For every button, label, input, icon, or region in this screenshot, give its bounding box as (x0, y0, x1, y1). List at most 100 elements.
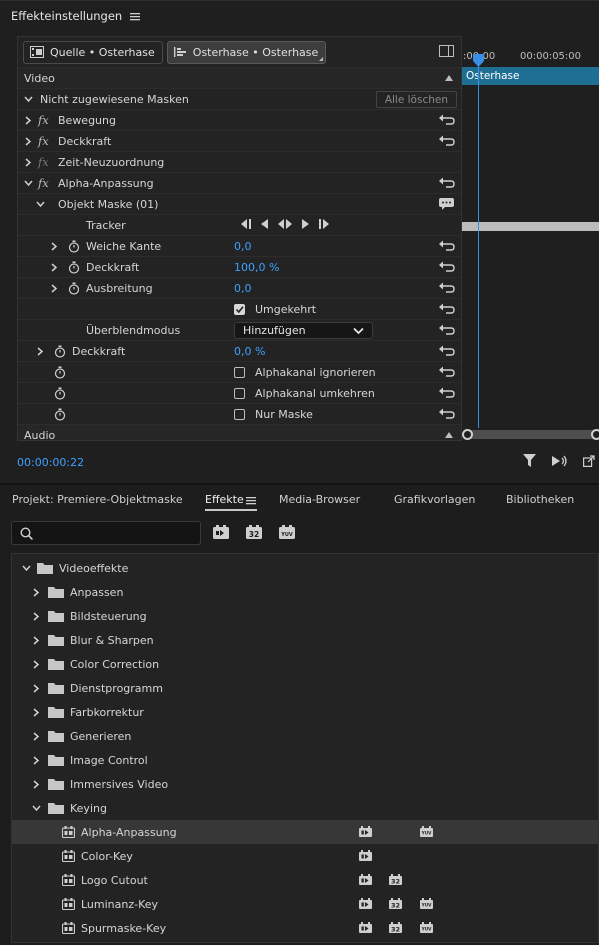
effect-timeline[interactable]: :00:00 00:00:05:00 Osterhase (462, 36, 599, 441)
chevron-right-icon[interactable] (32, 660, 41, 669)
yuv-filter-icon[interactable]: YUV (279, 525, 295, 539)
tab-effects[interactable]: Effekte (205, 493, 244, 506)
inverted-checkbox[interactable] (234, 304, 245, 315)
tab-menu-icon[interactable] (246, 496, 256, 505)
toggle-timeline-icon[interactable] (439, 45, 454, 57)
feather-value[interactable]: 0,0 (234, 240, 252, 253)
chevron-right-icon[interactable] (32, 780, 41, 789)
source-clip-tab[interactable]: Quelle • Osterhase (23, 40, 163, 64)
reset-icon[interactable] (438, 134, 455, 147)
timeline-scrollbar[interactable] (466, 430, 599, 439)
ignore-alpha-checkbox[interactable] (234, 367, 245, 378)
invert-alpha-checkbox[interactable] (234, 388, 245, 399)
chevron-right-icon[interactable] (24, 137, 33, 146)
stopwatch-icon[interactable] (54, 408, 66, 421)
reset-icon[interactable] (438, 365, 455, 378)
tab-libraries[interactable]: Bibliotheken (506, 493, 574, 506)
chevron-right-icon[interactable] (32, 588, 41, 597)
tree-row-folder[interactable]: Color Correction (12, 652, 598, 676)
accelerated-effects-filter-icon[interactable] (213, 525, 229, 539)
tree-row-effect[interactable]: Color-Key (12, 844, 598, 868)
chevron-right-icon[interactable] (24, 158, 33, 167)
chevron-right-icon[interactable] (32, 636, 41, 645)
stopwatch-icon[interactable] (68, 240, 80, 253)
stopwatch-icon[interactable] (54, 345, 66, 358)
stopwatch-icon[interactable] (54, 366, 66, 379)
track-backward-icon[interactable] (260, 219, 269, 229)
chevron-right-icon[interactable] (32, 684, 41, 693)
tab-project[interactable]: Projekt: Premiere-Objektmaske (12, 493, 183, 506)
mask-only-checkbox[interactable] (234, 409, 245, 420)
chevron-right-icon[interactable] (24, 116, 33, 125)
track-backward-one-icon[interactable] (240, 219, 252, 229)
fx-icon[interactable]: fx (38, 134, 49, 148)
reset-icon[interactable] (438, 260, 455, 273)
tree-row-folder[interactable]: Image Control (12, 748, 598, 772)
reset-icon[interactable] (438, 407, 455, 420)
tree-row-effect[interactable]: Alpha-Anpassung YUV (12, 820, 598, 844)
chevron-right-icon[interactable] (50, 242, 59, 251)
chevron-down-icon[interactable] (36, 200, 45, 209)
playhead-handle[interactable] (473, 54, 484, 67)
tree-row-folder[interactable]: Dienstprogramm (12, 676, 598, 700)
comment-icon[interactable] (438, 197, 455, 211)
tree-row-video-effects[interactable]: Videoeffekte (12, 556, 598, 580)
reset-icon[interactable] (438, 239, 455, 252)
expansion-value[interactable]: 0,0 (234, 282, 252, 295)
blend-mode-select[interactable]: Hinzufügen (234, 322, 373, 339)
chevron-right-icon[interactable] (32, 708, 41, 717)
chevron-down-icon[interactable] (24, 179, 33, 188)
tree-row-folder[interactable]: Blur & Sharpen (12, 628, 598, 652)
chevron-right-icon[interactable] (50, 284, 59, 293)
reset-icon[interactable] (438, 281, 455, 294)
tree-row-effect[interactable]: Logo Cutout 32 (12, 868, 598, 892)
tab-graphic-templates[interactable]: Grafikvorlagen (394, 493, 475, 506)
scroll-start-handle[interactable] (462, 429, 473, 440)
chevron-down-icon[interactable] (24, 95, 33, 104)
collapse-up-icon[interactable] (445, 432, 453, 438)
tree-row-folder[interactable]: Bildsteuerung (12, 604, 598, 628)
fx-icon[interactable]: fx (38, 176, 49, 190)
reset-icon[interactable] (438, 344, 455, 357)
effects-search-input[interactable] (11, 521, 201, 545)
tree-row-folder[interactable]: Farbkorrektur (12, 700, 598, 724)
chevron-right-icon[interactable] (50, 263, 59, 272)
panel-menu-icon[interactable] (130, 12, 141, 21)
chevron-down-icon[interactable] (22, 564, 31, 573)
reset-icon[interactable] (438, 113, 455, 126)
stopwatch-icon[interactable] (54, 387, 66, 400)
scroll-end-handle[interactable] (591, 429, 599, 440)
timeline-clip[interactable]: Osterhase (462, 67, 599, 85)
track-forward-icon[interactable] (301, 219, 310, 229)
fx-icon[interactable]: fx (38, 113, 49, 127)
tree-row-folder[interactable]: Generieren (12, 724, 598, 748)
chevron-down-icon[interactable] (32, 804, 41, 813)
sequence-clip-tab[interactable]: Osterhase • Osterhase (166, 40, 327, 64)
reset-icon[interactable] (438, 323, 455, 336)
track-forward-one-icon[interactable] (318, 219, 330, 229)
reset-icon[interactable] (438, 302, 455, 315)
stopwatch-icon[interactable] (68, 261, 80, 274)
chevron-right-icon[interactable] (36, 347, 45, 356)
chevron-right-icon[interactable] (32, 732, 41, 741)
tree-row-effect[interactable]: Spurmaske-Key 32 YUV (12, 916, 598, 940)
clear-all-button[interactable]: Alle löschen (375, 91, 457, 108)
reset-icon[interactable] (438, 386, 455, 399)
reset-icon[interactable] (438, 176, 455, 189)
tree-row-folder[interactable]: Keying (12, 796, 598, 820)
tree-row-folder[interactable]: Immersives Video (12, 772, 598, 796)
stopwatch-icon[interactable] (68, 282, 80, 295)
current-timecode[interactable]: 00:00:00:22 (17, 456, 84, 469)
track-both-icon[interactable] (277, 219, 293, 229)
tree-row-effect[interactable]: Luminanz-Key 32 YUV (12, 892, 598, 916)
export-icon[interactable] (583, 454, 595, 467)
tree-row-folder[interactable]: Anpassen (12, 580, 598, 604)
play-audio-icon[interactable] (552, 455, 567, 467)
chevron-right-icon[interactable] (32, 756, 41, 765)
tab-media-browser[interactable]: Media-Browser (279, 493, 360, 506)
collapse-up-icon[interactable] (445, 75, 453, 81)
alpha-opacity-value[interactable]: 0,0 % (234, 345, 265, 358)
chevron-right-icon[interactable] (32, 612, 41, 621)
playhead-line[interactable] (478, 60, 479, 428)
32bit-filter-icon[interactable]: 32 (246, 525, 262, 539)
